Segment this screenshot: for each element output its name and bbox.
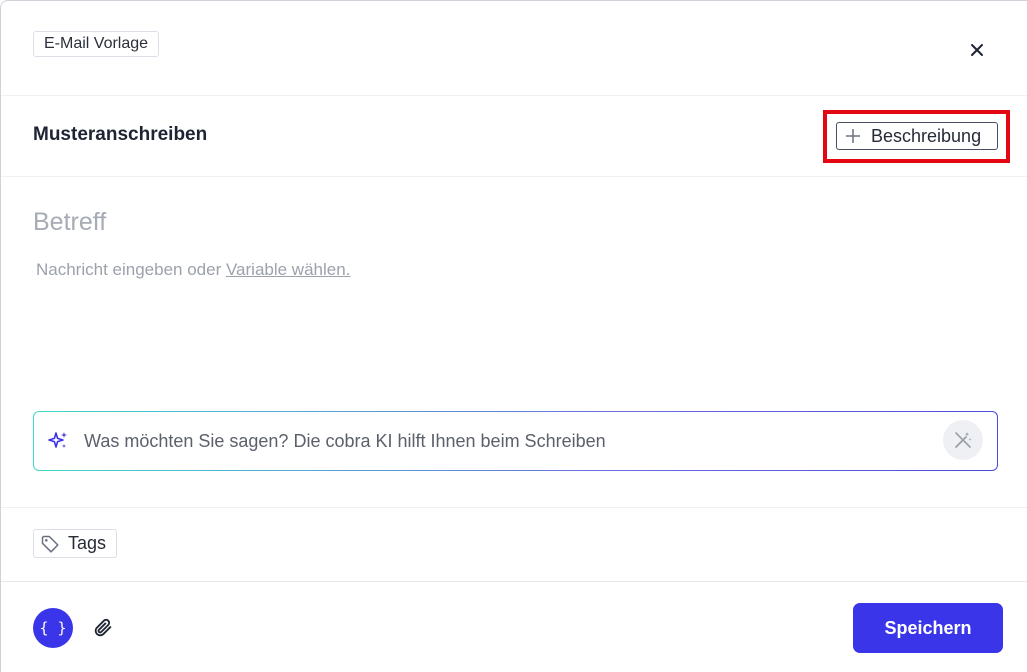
tag-icon bbox=[41, 535, 59, 553]
plus-icon bbox=[846, 129, 860, 143]
add-description-button[interactable]: Beschreibung bbox=[836, 122, 998, 150]
save-button[interactable]: Speichern bbox=[853, 603, 1003, 653]
close-icon bbox=[971, 44, 983, 56]
editor-divider bbox=[1, 507, 1027, 508]
footer-divider bbox=[1, 581, 1027, 582]
tags-button[interactable]: Tags bbox=[33, 529, 118, 558]
ai-prompt-input[interactable]: Was möchten Sie sagen? Die cobra KI hilf… bbox=[84, 431, 606, 452]
ai-generate-button[interactable] bbox=[943, 420, 983, 460]
paperclip-icon bbox=[94, 618, 112, 637]
magic-wand-icon bbox=[955, 432, 972, 448]
ai-prompt-box[interactable]: Was möchten Sie sagen? Die cobra KI hilf… bbox=[33, 411, 998, 471]
subject-input[interactable]: Betreff bbox=[33, 208, 106, 237]
insert-variable-button[interactable]: { } bbox=[33, 608, 73, 648]
template-type-badge: E-Mail Vorlage bbox=[33, 31, 160, 57]
message-input[interactable]: Nachricht eingeben oder Variable wählen. bbox=[36, 260, 350, 280]
message-placeholder: Nachricht eingeben oder bbox=[36, 260, 226, 279]
title-divider bbox=[1, 176, 1027, 177]
email-template-modal: E-Mail Vorlage Musteranschreiben Beschre… bbox=[0, 0, 1027, 672]
sparkle-icon bbox=[48, 432, 67, 448]
choose-variable-link[interactable]: Variable wählen. bbox=[226, 260, 350, 279]
header-divider bbox=[1, 95, 1027, 96]
add-description-label: Beschreibung bbox=[871, 125, 982, 146]
close-button[interactable] bbox=[963, 37, 991, 63]
attach-file-button[interactable] bbox=[90, 615, 116, 641]
tags-label: Tags bbox=[68, 533, 107, 553]
template-title: Musteranschreiben bbox=[33, 124, 208, 145]
